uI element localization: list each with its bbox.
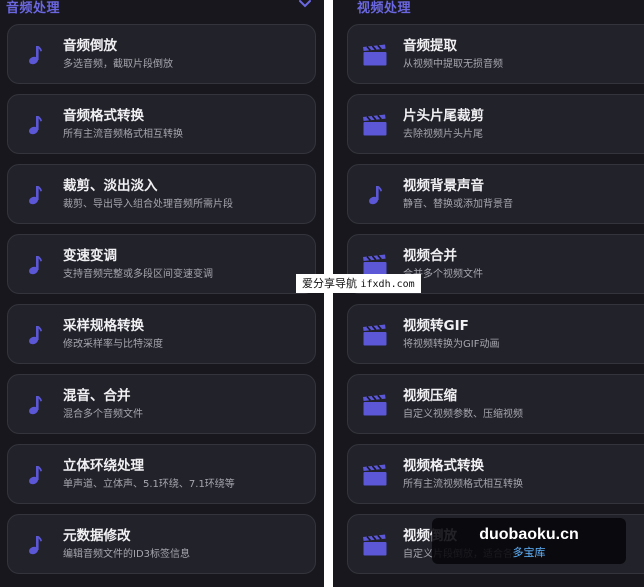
- clapperboard-icon: [362, 113, 388, 137]
- video-item-card[interactable]: 视频压缩自定义视频参数、压缩视频: [347, 374, 644, 434]
- video-item-card[interactable]: 视频背景声音静音、替换或添加背景音: [347, 164, 644, 224]
- video-item-texts: 视频压缩自定义视频参数、压缩视频: [403, 387, 644, 422]
- video-item-card[interactable]: 视频转GIF 将视频转换为GIF动画: [347, 304, 644, 364]
- video-item-texts: 视频格式转换所有主流视频格式相互转换: [403, 457, 644, 492]
- video-item-texts: 视频转GIF 将视频转换为GIF动画: [403, 317, 644, 352]
- audio-item-title: 元数据修改: [63, 528, 131, 544]
- music-note-icon: [22, 323, 48, 347]
- clapperboard-icon: [362, 533, 388, 557]
- video-item-subtitle: 将视频转换为GIF动画: [403, 339, 500, 350]
- video-item-subtitle: 从视频中提取无损音频: [403, 59, 503, 70]
- logo-brand: 多宝库: [512, 546, 546, 559]
- video-item-subtitle: 合并多个视频文件: [403, 269, 483, 280]
- audio-item-texts: 音频格式转换所有主流音频格式相互转换: [63, 107, 307, 142]
- audio-item-subtitle: 多选音频，截取片段倒放: [63, 59, 173, 70]
- audio-item-card[interactable]: 元数据修改编辑音频文件的ID3标签信息: [7, 514, 316, 574]
- audio-item-title: 变速变调: [63, 248, 117, 264]
- video-item-card[interactable]: 音频提取从视频中提取无损音频: [347, 24, 644, 84]
- audio-item-title: 混音、合并: [63, 388, 131, 404]
- video-item-title: 视频背景声音: [403, 178, 484, 194]
- audio-item-subtitle: 支持音频完整或多段区间变速变调: [63, 269, 213, 280]
- audio-item-card[interactable]: 变速变调支持音频完整或多段区间变速变调: [7, 234, 316, 294]
- audio-item-card[interactable]: 立体环绕处理单声道、立体声、5.1环绕、7.1环绕等: [7, 444, 316, 504]
- music-note-icon: [22, 113, 48, 137]
- audio-item-texts: 变速变调支持音频完整或多段区间变速变调: [63, 247, 307, 282]
- music-note-icon: [22, 253, 48, 277]
- video-item-texts: 视频合并合并多个视频文件: [403, 247, 644, 282]
- video-item-title: 视频合并: [403, 248, 457, 264]
- audio-item-title: 采样规格转换: [63, 318, 144, 334]
- music-note-icon: [22, 393, 48, 417]
- clapperboard-icon: [362, 393, 388, 417]
- clapperboard-icon: [362, 323, 388, 347]
- video-section-header[interactable]: 视频处理: [333, 0, 644, 17]
- video-item-title: 视频转GIF: [403, 318, 469, 334]
- audio-item-subtitle: 裁剪、导出导入组合处理音频所需片段: [63, 199, 233, 210]
- audio-item-title: 音频倒放: [63, 38, 117, 54]
- clapperboard-icon: [362, 463, 388, 487]
- video-item-title: 片头片尾裁剪: [403, 108, 484, 124]
- clapperboard-icon: [362, 43, 388, 67]
- video-item-subtitle: 所有主流视频格式相互转换: [403, 479, 523, 490]
- watermark-text: 爱分享导航: [302, 277, 357, 290]
- audio-item-texts: 音频倒放多选音频，截取片段倒放: [63, 37, 307, 72]
- audio-item-subtitle: 所有主流音频格式相互转换: [63, 129, 183, 140]
- audio-section-title: 音频处理: [6, 0, 61, 16]
- audio-item-texts: 立体环绕处理单声道、立体声、5.1环绕、7.1环绕等: [63, 457, 307, 492]
- audio-item-title: 音频格式转换: [63, 108, 144, 124]
- audio-item-title: 立体环绕处理: [63, 458, 144, 474]
- video-item-title: 视频格式转换: [403, 458, 484, 474]
- chevron-down-icon[interactable]: [298, 0, 312, 9]
- audio-item-subtitle: 修改采样率与比特深度: [63, 339, 163, 350]
- video-section-title: 视频处理: [357, 0, 412, 16]
- audio-item-subtitle: 编辑音频文件的ID3标签信息: [63, 549, 191, 560]
- audio-panel: 音频处理 音频倒放多选音频，截取片段倒放音频格式转换所有主流音频格式相互转换裁剪…: [0, 0, 324, 587]
- audio-item-texts: 裁剪、淡出淡入裁剪、导出导入组合处理音频所需片段: [63, 177, 307, 212]
- audio-item-card[interactable]: 音频格式转换所有主流音频格式相互转换: [7, 94, 316, 154]
- audio-item-subtitle: 单声道、立体声、5.1环绕、7.1环绕等: [63, 479, 235, 490]
- video-item-title: 音频提取: [403, 38, 457, 54]
- audio-item-texts: 采样规格转换修改采样率与比特深度: [63, 317, 307, 352]
- music-note-icon: [22, 533, 48, 557]
- video-item-title: 视频压缩: [403, 388, 457, 404]
- video-item-card[interactable]: 片头片尾裁剪去除视频片头片尾: [347, 94, 644, 154]
- video-panel: 视频处理 音频提取从视频中提取无损音频片头片尾裁剪去除视频片头片尾视频背景声音静…: [333, 0, 644, 587]
- audio-section-header[interactable]: 音频处理: [0, 0, 324, 17]
- video-item-subtitle: 去除视频片头片尾: [403, 129, 483, 140]
- music-note-icon: [22, 43, 48, 67]
- video-item-texts: 片头片尾裁剪去除视频片头片尾: [403, 107, 644, 142]
- audio-item-texts: 混音、合并混合多个音频文件: [63, 387, 307, 422]
- music-note-icon: [22, 183, 48, 207]
- video-item-subtitle: 自定义视频参数、压缩视频: [403, 409, 523, 420]
- audio-item-title: 裁剪、淡出淡入: [63, 178, 158, 194]
- music-note-icon: [22, 463, 48, 487]
- audio-item-card[interactable]: 裁剪、淡出淡入裁剪、导出导入组合处理音频所需片段: [7, 164, 316, 224]
- audio-item-subtitle: 混合多个音频文件: [63, 409, 143, 420]
- music-note-icon: [362, 183, 388, 207]
- watermark-domain: ifxdh.com: [360, 279, 415, 290]
- audio-item-texts: 元数据修改编辑音频文件的ID3标签信息: [63, 527, 307, 562]
- audio-item-card[interactable]: 混音、合并混合多个音频文件: [7, 374, 316, 434]
- logo-badge: duobaoku.cn 多宝库: [432, 518, 626, 564]
- video-item-card[interactable]: 视频格式转换所有主流视频格式相互转换: [347, 444, 644, 504]
- audio-item-card[interactable]: 采样规格转换修改采样率与比特深度: [7, 304, 316, 364]
- audio-item-card[interactable]: 音频倒放多选音频，截取片段倒放: [7, 24, 316, 84]
- video-item-texts: 视频背景声音静音、替换或添加背景音: [403, 177, 644, 212]
- watermark: 爱分享导航 ifxdh.com: [296, 274, 421, 293]
- video-item-subtitle: 静音、替换或添加背景音: [403, 199, 513, 210]
- video-item-texts: 音频提取从视频中提取无损音频: [403, 37, 644, 72]
- logo-domain: duobaoku.cn: [479, 526, 579, 543]
